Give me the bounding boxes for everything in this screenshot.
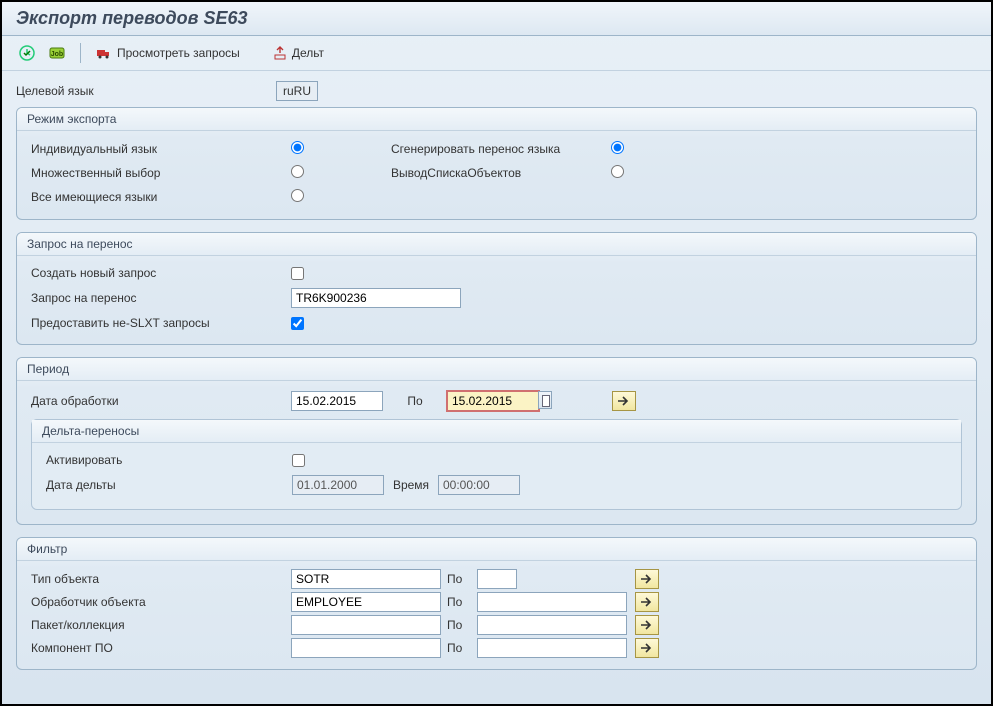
arrow-right-icon xyxy=(640,619,654,631)
target-lang-label: Целевой язык xyxy=(16,84,276,98)
object-handler-to-input[interactable] xyxy=(477,592,627,612)
date-to-label: По xyxy=(383,394,447,408)
package-to-input[interactable] xyxy=(477,615,627,635)
object-handler-label: Обработчик объекта xyxy=(31,595,291,609)
view-requests-button[interactable]: Просмотреть запросы xyxy=(91,42,244,64)
app-window: Экспорт переводов SE63 Job Просмотреть з… xyxy=(0,0,993,706)
clock-check-icon xyxy=(18,44,36,62)
nonslxt-label: Предоставить не-SLXT запросы xyxy=(31,316,291,330)
delta-date-label: Дата дельты xyxy=(46,478,292,492)
to-label: По xyxy=(441,641,477,655)
date-picker-button[interactable] xyxy=(538,391,552,409)
transport-request-input[interactable] xyxy=(291,288,461,308)
to-label: По xyxy=(441,618,477,632)
filter-row: Обработчик объекта По xyxy=(31,592,962,612)
object-handler-from-input[interactable] xyxy=(291,592,441,612)
target-lang-row: Целевой язык ruRU xyxy=(16,79,977,103)
object-type-to-input[interactable] xyxy=(477,569,517,589)
delta-label: Дельт xyxy=(292,46,324,60)
transport-group: Запрос на перенос Создать новый запрос З… xyxy=(16,232,977,345)
filter-group: Фильтр Тип объекта По Обработчик объекта… xyxy=(16,537,977,670)
toolbar: Job Просмотреть запросы Дельт xyxy=(2,36,991,71)
period-title: Период xyxy=(17,358,976,381)
package-label: Пакет/коллекция xyxy=(31,618,291,632)
date-to-input[interactable] xyxy=(447,391,539,411)
delta-icon xyxy=(272,45,288,61)
date-from-input[interactable] xyxy=(291,391,383,411)
sw-component-from-input[interactable] xyxy=(291,638,441,658)
period-group: Период Дата обработки По Дельта-переносы xyxy=(16,357,977,525)
arrow-right-icon xyxy=(640,642,654,654)
execute-button[interactable] xyxy=(14,42,40,64)
object-handler-multi-button[interactable] xyxy=(635,592,659,612)
date-processing-label: Дата обработки xyxy=(31,394,291,408)
view-requests-label: Просмотреть запросы xyxy=(117,46,240,60)
mode-gen-transport-radio[interactable] xyxy=(611,141,624,154)
object-type-multi-button[interactable] xyxy=(635,569,659,589)
package-from-input[interactable] xyxy=(291,615,441,635)
sw-component-label: Компонент ПО xyxy=(31,641,291,655)
mode-individual-label: Индивидуальный язык xyxy=(31,142,291,156)
delta-date-input xyxy=(292,475,384,495)
mode-multiple-radio[interactable] xyxy=(291,165,304,178)
transport-title: Запрос на перенос xyxy=(17,233,976,256)
mode-all-label: Все имеющиеся языки xyxy=(31,190,291,204)
export-mode-group: Режим экспорта Индивидуальный язык Сгене… xyxy=(16,107,977,220)
delta-time-input xyxy=(438,475,520,495)
mode-all-radio[interactable] xyxy=(291,189,304,202)
mode-objlist-label: ВыводСпискаОбъектов xyxy=(391,166,611,180)
window-title: Экспорт переводов SE63 xyxy=(2,2,991,36)
mode-multiple-label: Множественный выбор xyxy=(31,166,291,180)
date-multi-select-button[interactable] xyxy=(612,391,636,411)
create-new-label: Создать новый запрос xyxy=(31,266,291,280)
lorry-icon xyxy=(95,44,113,62)
svg-text:Job: Job xyxy=(51,51,63,58)
sw-component-multi-button[interactable] xyxy=(635,638,659,658)
mode-individual-radio[interactable] xyxy=(291,141,304,154)
to-label: По xyxy=(441,595,477,609)
activate-label: Активировать xyxy=(46,453,292,467)
delta-button[interactable]: Дельт xyxy=(268,43,328,63)
mode-objlist-radio[interactable] xyxy=(611,165,624,178)
content-area: Целевой язык ruRU Режим экспорта Индивид… xyxy=(2,71,991,690)
filter-row: Тип объекта По xyxy=(31,569,962,589)
time-label: Время xyxy=(384,478,438,492)
filter-title: Фильтр xyxy=(17,538,976,561)
filter-row: Компонент ПО По xyxy=(31,638,962,658)
target-lang-value: ruRU xyxy=(276,81,318,101)
toolbar-separator xyxy=(80,43,81,63)
arrow-right-icon xyxy=(640,573,654,585)
background-job-button[interactable]: Job xyxy=(44,42,70,64)
mode-gen-transport-label: Сгенерировать перенос языка xyxy=(391,142,611,156)
job-icon: Job xyxy=(48,44,66,62)
arrow-right-icon xyxy=(640,596,654,608)
to-label: По xyxy=(441,572,477,586)
delta-subgroup-title: Дельта-переносы xyxy=(32,420,961,443)
object-type-from-input[interactable] xyxy=(291,569,441,589)
delta-subgroup: Дельта-переносы Активировать Дата дельты… xyxy=(31,419,962,510)
export-mode-title: Режим экспорта xyxy=(17,108,976,131)
filter-row: Пакет/коллекция По xyxy=(31,615,962,635)
object-type-label: Тип объекта xyxy=(31,572,291,586)
activate-checkbox[interactable] xyxy=(292,454,305,467)
transport-request-label: Запрос на перенос xyxy=(31,291,291,305)
nonslxt-checkbox[interactable] xyxy=(291,317,304,330)
create-new-checkbox[interactable] xyxy=(291,267,304,280)
arrow-right-icon xyxy=(617,395,631,407)
sw-component-to-input[interactable] xyxy=(477,638,627,658)
package-multi-button[interactable] xyxy=(635,615,659,635)
